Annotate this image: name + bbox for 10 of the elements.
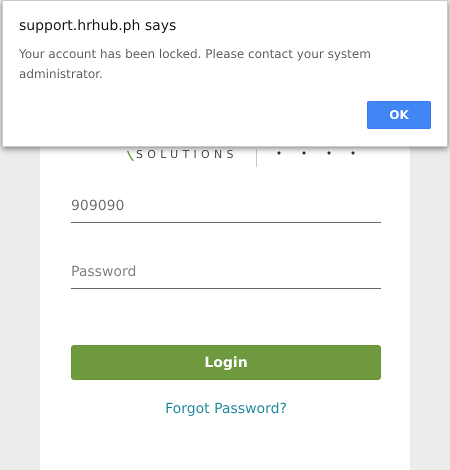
logo-dots-icon — [276, 151, 355, 155]
swoosh-icon — [127, 151, 134, 161]
forgot-password-link[interactable]: Forgot Password? — [165, 401, 287, 417]
password-field[interactable]: Password — [71, 256, 381, 289]
login-button[interactable]: Login — [71, 345, 381, 380]
dialog-title: support.hrhub.ph says — [19, 18, 178, 34]
ok-button[interactable]: OK — [367, 101, 431, 129]
logo-text: SOLUTIONS — [136, 149, 238, 161]
username-field[interactable]: 909090 — [71, 190, 381, 223]
dialog-message: Your account has been locked. Please contact your system administrator. — [19, 46, 372, 83]
